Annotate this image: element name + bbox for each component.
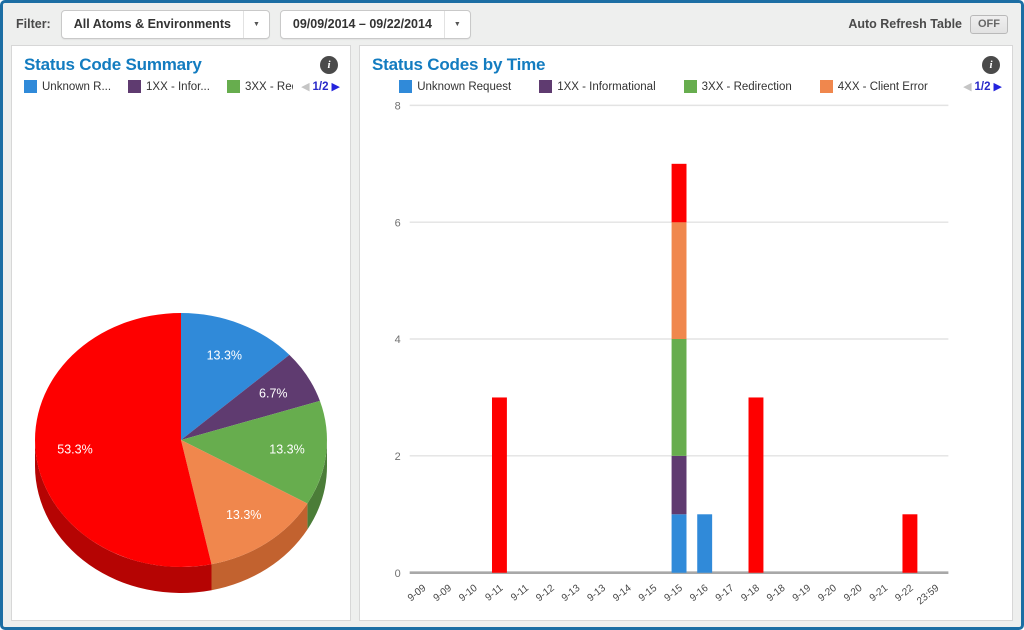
caret-down-icon: ▼ bbox=[443, 10, 470, 38]
legend-label: Unknown Request bbox=[417, 80, 512, 93]
filter-dropdown[interactable]: All Atoms & Environments ▼ bbox=[60, 9, 270, 39]
legend-label: 3XX - Redirection bbox=[701, 80, 792, 93]
pie-slice-label: 13.3% bbox=[207, 348, 242, 362]
info-icon[interactable]: i bbox=[320, 56, 338, 74]
pie-slice-label: 13.3% bbox=[269, 443, 304, 457]
x-axis-tick: 9-15 bbox=[637, 582, 660, 604]
legend-swatch-icon bbox=[399, 80, 413, 93]
dashboard-content: Status Code Summary i Unknown R... 1XX - … bbox=[3, 45, 1021, 627]
pie-legend: Unknown R... 1XX - Infor... 3XX - Redir...… bbox=[12, 78, 350, 93]
bar-segment[interactable] bbox=[491, 397, 507, 573]
filter-bar: Filter: All Atoms & Environments ▼ 09/09… bbox=[3, 3, 1021, 45]
x-axis-tick: 9-10 bbox=[457, 582, 480, 604]
x-axis-tick: 9-13 bbox=[586, 582, 609, 604]
bar-segment[interactable] bbox=[671, 163, 687, 223]
legend-label: 1XX - Informational bbox=[557, 80, 656, 93]
y-axis-tick: 2 bbox=[395, 451, 401, 463]
y-axis-tick: 8 bbox=[395, 100, 401, 112]
legend-item[interactable]: Unknown R... bbox=[24, 80, 111, 93]
legend-label: 3XX - Redir... bbox=[244, 80, 293, 93]
legend-item[interactable]: 4XX - Client Error bbox=[819, 80, 928, 93]
x-axis-tick: 9-18 bbox=[739, 582, 762, 604]
legend-item[interactable]: 3XX - Redirection bbox=[683, 80, 792, 93]
x-axis-tick: 23:59 bbox=[915, 582, 942, 607]
auto-refresh-toggle[interactable]: OFF bbox=[970, 14, 1008, 34]
x-axis-tick: 9-09 bbox=[432, 582, 455, 604]
x-axis-tick: 9-20 bbox=[842, 582, 865, 604]
info-icon[interactable]: i bbox=[982, 56, 1000, 74]
y-axis-tick: 0 bbox=[395, 568, 401, 580]
auto-refresh-label: Auto Refresh Table bbox=[848, 17, 962, 31]
filter-label: Filter: bbox=[16, 17, 51, 31]
y-axis-tick: 4 bbox=[395, 334, 401, 346]
x-axis-tick: 9-16 bbox=[688, 582, 711, 604]
x-axis-tick: 9-09 bbox=[406, 582, 429, 604]
legend-pager: ◀ 1/2 ▶ bbox=[963, 80, 1002, 94]
legend-prev-icon[interactable]: ◀ bbox=[963, 80, 971, 93]
bar-segment[interactable] bbox=[671, 455, 687, 515]
status-code-summary-panel: Status Code Summary i Unknown R... 1XX - … bbox=[11, 45, 351, 621]
date-range-value: 09/09/2014 – 09/22/2014 bbox=[292, 17, 432, 31]
legend-item[interactable]: 1XX - Informational bbox=[539, 80, 656, 93]
legend-swatch-icon bbox=[819, 80, 833, 93]
bar-legend: Unknown Request 1XX - Informational 3XX - … bbox=[360, 78, 1012, 93]
legend-swatch-icon bbox=[539, 80, 553, 93]
legend-page-indicator: 1/2 bbox=[312, 80, 329, 93]
filter-dropdown-value: All Atoms & Environments bbox=[73, 17, 231, 31]
legend-label: 1XX - Infor... bbox=[146, 80, 210, 93]
panel-title: Status Code Summary bbox=[24, 55, 202, 74]
legend-pager: ◀ 1/2 ▶ bbox=[301, 80, 340, 94]
x-axis-tick: 9-13 bbox=[560, 582, 583, 604]
bar-segment[interactable] bbox=[671, 514, 687, 573]
bar-segment[interactable] bbox=[902, 514, 918, 573]
legend-item[interactable]: Unknown Request bbox=[399, 80, 511, 93]
x-axis-tick: 9-11 bbox=[483, 582, 505, 603]
auto-refresh-group: Auto Refresh Table OFF bbox=[848, 14, 1008, 34]
pie-chart[interactable]: 13.3% 6.7% 13.3% 13.3% 53.3% bbox=[13, 282, 349, 616]
pie-slice-label: 13.3% bbox=[226, 508, 261, 522]
legend-page-indicator: 1/2 bbox=[974, 80, 991, 93]
bar-segment[interactable] bbox=[748, 397, 764, 573]
pie-slice-label: 6.7% bbox=[259, 387, 288, 401]
legend-next-icon[interactable]: ▶ bbox=[332, 80, 340, 93]
bar-segment[interactable] bbox=[697, 514, 713, 573]
legend-prev-icon[interactable]: ◀ bbox=[301, 80, 309, 93]
x-axis-tick: 9-21 bbox=[868, 582, 891, 604]
x-axis-tick: 9-14 bbox=[611, 582, 634, 604]
dashboard-window: Filter: All Atoms & Environments ▼ 09/09… bbox=[0, 0, 1024, 630]
x-axis-tick: 9-17 bbox=[714, 582, 737, 604]
x-axis-tick: 9-18 bbox=[765, 582, 788, 604]
legend-label: 4XX - Client Error bbox=[837, 80, 928, 93]
x-axis-tick: 9-22 bbox=[893, 582, 916, 604]
x-axis-tick: 9-19 bbox=[791, 582, 814, 604]
bar-chart[interactable]: 024689-09 9-09 9-10 9-11 9-11 9-12 9-13 9-13 9-1… bbox=[360, 93, 1012, 620]
panel-title: Status Codes by Time bbox=[372, 55, 546, 74]
legend-label: Unknown R... bbox=[42, 80, 112, 93]
legend-item[interactable]: 1XX - Infor... bbox=[128, 80, 210, 93]
legend-swatch-icon bbox=[226, 80, 240, 93]
bar-segment[interactable] bbox=[671, 339, 687, 456]
x-axis-tick: 9-15 bbox=[663, 582, 686, 604]
date-range-dropdown[interactable]: 09/09/2014 – 09/22/2014 ▼ bbox=[279, 9, 471, 39]
legend-item[interactable]: 3XX - Redir... bbox=[226, 80, 293, 93]
pie-slice-label: 53.3% bbox=[57, 443, 92, 457]
legend-next-icon[interactable]: ▶ bbox=[994, 80, 1002, 93]
bar-segment[interactable] bbox=[671, 222, 687, 340]
y-axis-tick: 6 bbox=[395, 217, 401, 229]
x-axis-tick: 9-20 bbox=[816, 582, 839, 604]
legend-swatch-icon bbox=[24, 80, 37, 93]
legend-swatch-icon bbox=[128, 80, 142, 93]
caret-down-icon: ▼ bbox=[242, 10, 269, 38]
x-axis-tick: 9-11 bbox=[509, 582, 531, 603]
legend-swatch-icon bbox=[683, 80, 697, 93]
status-codes-by-time-panel: Status Codes by Time i Unknown Request 1X… bbox=[359, 45, 1013, 621]
x-axis-tick: 9-12 bbox=[534, 582, 557, 604]
